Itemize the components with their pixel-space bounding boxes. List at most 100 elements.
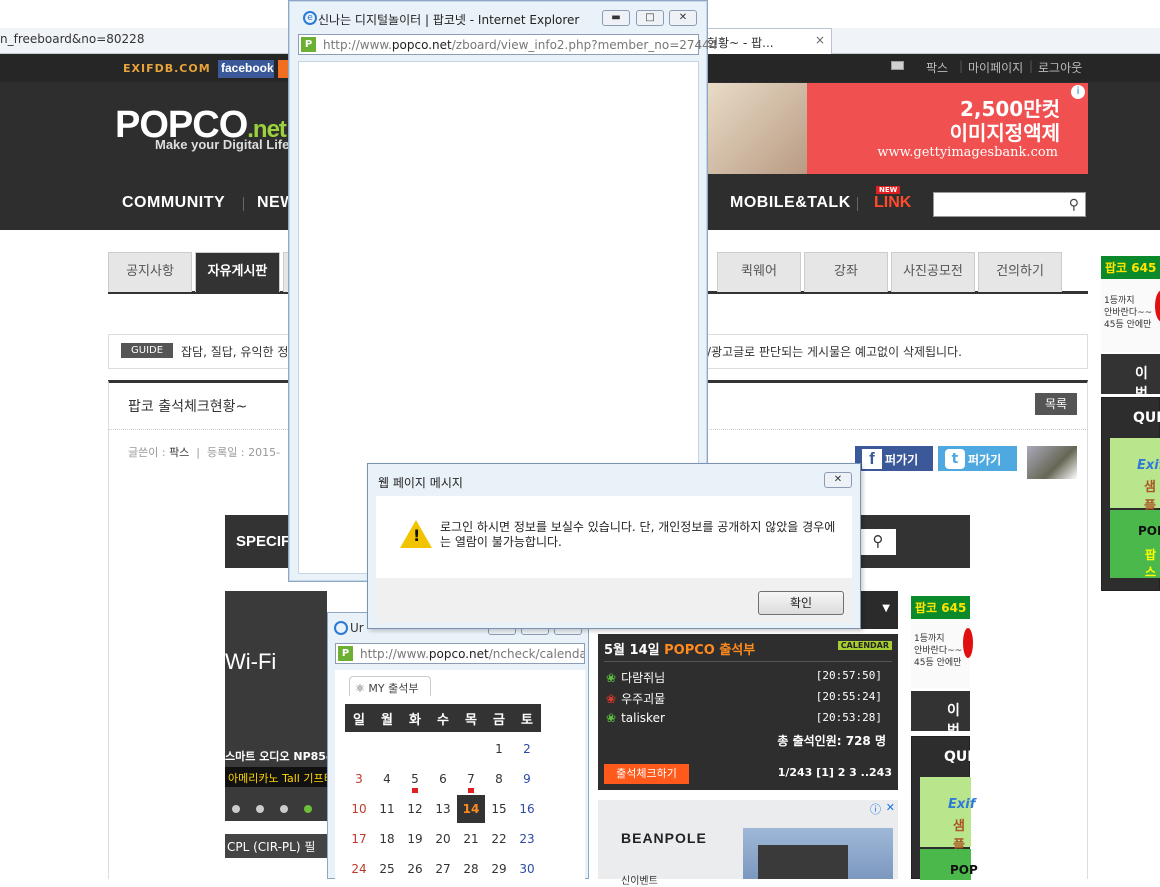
embedded-side-promo[interactable]: 팝코 645 E 1등까지 안바란다~~ 45등 안에만 [911,596,970,688]
calendar-day[interactable]: 27 [429,862,457,876]
popup-url[interactable]: http://www.popco.net/zboard/view_info2.p… [323,38,717,52]
embedded-side-event[interactable]: 이번 [911,691,970,739]
calendar-day[interactable]: 17 [345,832,373,846]
divider [604,661,892,662]
site-search-input[interactable]: ⚲ [933,192,1086,217]
ad-info-icon[interactable]: ⓘ [870,801,881,817]
twitter-share-label: 퍼가기 [968,453,1002,467]
calendar-day[interactable]: 3 [345,772,373,786]
close-icon[interactable]: ✕ [824,472,852,488]
calendar-day[interactable]: 1 [485,742,513,756]
search-icon[interactable]: ⚲ [1069,197,1079,213]
hand-line: 안바란다~~ [914,646,963,656]
tab-suggestion[interactable]: 건의하기 [978,252,1062,292]
calendar-grid: 1 2 3 4 5 6 7 8 9 10 11 12 13 14 15 16 17 18 19 20 21 22 23 24 2… [345,736,541,886]
side-promo[interactable]: 팝코 645 E 1등까지 안바란다~~ 45등 안에만 [1101,256,1160,352]
exifdb-logo[interactable]: EXIFDB.COM [123,62,211,75]
side-event[interactable]: 이번 [1101,354,1160,402]
tab-photo-contest[interactable]: 사진공모전 [891,252,975,292]
close-icon[interactable]: ✕ [886,801,895,814]
calendar-day[interactable]: 13 [429,802,457,816]
calendar-day[interactable]: 8 [485,772,513,786]
author-avatar[interactable] [1027,446,1077,479]
attendance-flag-icon [468,788,474,793]
calendar-day[interactable]: 6 [429,772,457,786]
maximize-button[interactable]: □ [636,10,664,26]
search-icon[interactable]: ⚲ [860,529,896,555]
popup-window-calendar[interactable]: Ur P http://www.popco.net/ncheck/calenda… [327,612,589,880]
calendar-day[interactable]: 16 [513,802,541,816]
my-attendance-tab[interactable]: ⚛ MY 출석부 [349,676,431,696]
embedded-side-quiz-box[interactable]: QUI Exif 샘플 POP [911,736,978,880]
attendee-name[interactable]: talisker [621,711,665,725]
calendar-day[interactable]: 15 [485,802,513,816]
product-banner[interactable]: Wi-Fi 스마트 오디오 NP8540 아메리카노 Tall 기프티 [225,591,341,821]
popup-url[interactable]: http://www.popco.net/ncheck/calendar.p [360,647,584,661]
author-name[interactable]: 팍스 [169,446,189,459]
chevron-down-icon[interactable]: ▼ [882,603,890,614]
calendar-day[interactable]: 2 [513,742,541,756]
close-tab-icon[interactable]: × [815,33,825,47]
calendar-day[interactable]: 4 [373,772,401,786]
calendar-day[interactable]: 20 [429,832,457,846]
top-link-logout[interactable]: 로그아웃 [1038,59,1082,76]
web-page-message-dialog[interactable]: 웹 페이지 메시지 ✕ ! 로그인 하시면 정보를 보실수 있습니다. 단, 개… [367,463,861,629]
calendar-day[interactable]: 5 [401,772,429,786]
background-url[interactable]: n_freeboard&no=80228 [0,32,144,46]
carousel-dot-active[interactable] [304,805,312,813]
tab-lecture[interactable]: 강좌 [804,252,888,292]
close-button[interactable]: ✕ [669,10,697,26]
tab-quickware[interactable]: 퀵웨어 [717,252,801,292]
calendar-day[interactable]: 19 [401,832,429,846]
calendar-day[interactable]: 26 [401,862,429,876]
cpl-banner[interactable]: CPL (CIR-PL) 필 [225,834,327,858]
attendee-name[interactable]: 우주괴물 [621,692,665,706]
popup-address-bar[interactable]: P http://www.popco.net/ncheck/calendar.p [335,643,585,664]
calendar-day-today[interactable]: 14 [457,795,485,823]
top-link-mypage[interactable]: 마이페이지 [968,59,1023,76]
top-link-pax[interactable]: 팍스 [926,59,948,76]
calendar-day[interactable]: 12 [401,802,429,816]
calendar-day[interactable]: 29 [485,862,513,876]
carousel-dot[interactable] [256,805,264,813]
calendar-day[interactable]: 23 [513,832,541,846]
calendar-day[interactable]: 7 [457,772,485,786]
nav-mobile-talk[interactable]: MOBILE&TALK [730,194,851,212]
carousel-dot[interactable] [280,805,288,813]
url-path: /ncheck/calendar.p [488,647,584,661]
calendar-day[interactable]: 10 [345,802,373,816]
top-banner-ad[interactable]: 2,500만컷 이미지정액제 www.gettyimagesbank.com i [707,83,1088,174]
tab-notice[interactable]: 공지사항 [108,252,192,292]
calendar-day[interactable]: 11 [373,802,401,816]
attendance-flag-icon [412,788,418,793]
ok-button[interactable]: 확인 [758,591,844,615]
list-button[interactable]: 목록 [1035,393,1077,415]
minimize-button[interactable]: ▬ [602,10,630,26]
calendar-day[interactable]: 21 [457,832,485,846]
calendar-day[interactable]: 30 [513,862,541,876]
calendar-day[interactable]: 18 [373,832,401,846]
side-quiz-box[interactable]: QUI Exif 샘플 POP 팝스 [1101,397,1160,591]
check-in-button[interactable]: 출석체크하기 [604,764,689,784]
calendar-badge[interactable]: CALENDAR [837,641,892,650]
popup-address-bar[interactable]: P http://www.popco.net/zboard/view_info2… [298,34,717,55]
beanpole-subtext: 신이벤트 [621,876,658,887]
facebook-icon: f [862,449,882,469]
url-host: popco.net [428,647,489,661]
attendance-pagination[interactable]: 1/243 [1] 2 3 ..243 [778,766,892,779]
facebook-link[interactable]: facebook [218,60,274,78]
tab-freeboard[interactable]: 자유게시판 [195,252,280,292]
calendar-day[interactable]: 24 [345,862,373,876]
carousel-dot[interactable] [232,805,240,813]
calendar-day[interactable]: 9 [513,772,541,786]
calendar-day[interactable]: 22 [485,832,513,846]
nav-community[interactable]: COMMUNITY [122,194,225,212]
calendar-day[interactable]: 25 [373,862,401,876]
background-tab[interactable]: 현황~ - 팝... × [700,28,832,54]
attendee-name[interactable]: 다람쥐님 [621,671,665,685]
mail-icon[interactable] [891,61,904,70]
ad-info-icon[interactable]: i [1071,85,1085,99]
calendar-day[interactable]: 28 [457,862,485,876]
beanpole-ad[interactable]: BEANPOLE 신이벤트 ⓘ ✕ [598,800,898,887]
nav-link[interactable]: LINK [874,194,911,212]
